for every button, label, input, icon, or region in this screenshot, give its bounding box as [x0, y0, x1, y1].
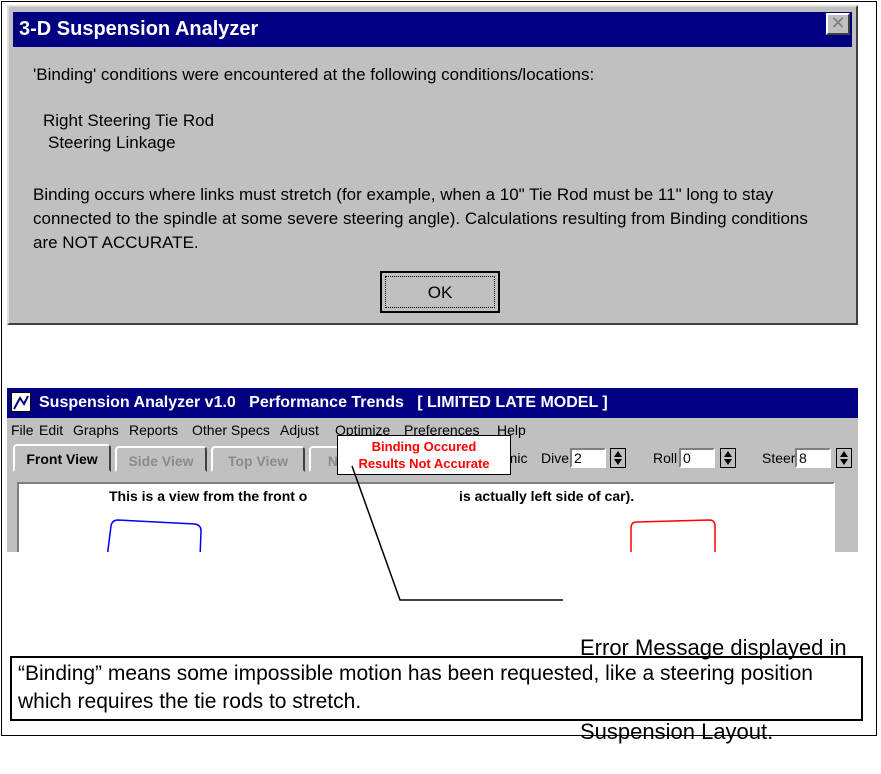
binding-note: “Binding” means some impossible motion h… [10, 656, 863, 721]
callout-line-2: Suspension Layout. [580, 719, 774, 744]
